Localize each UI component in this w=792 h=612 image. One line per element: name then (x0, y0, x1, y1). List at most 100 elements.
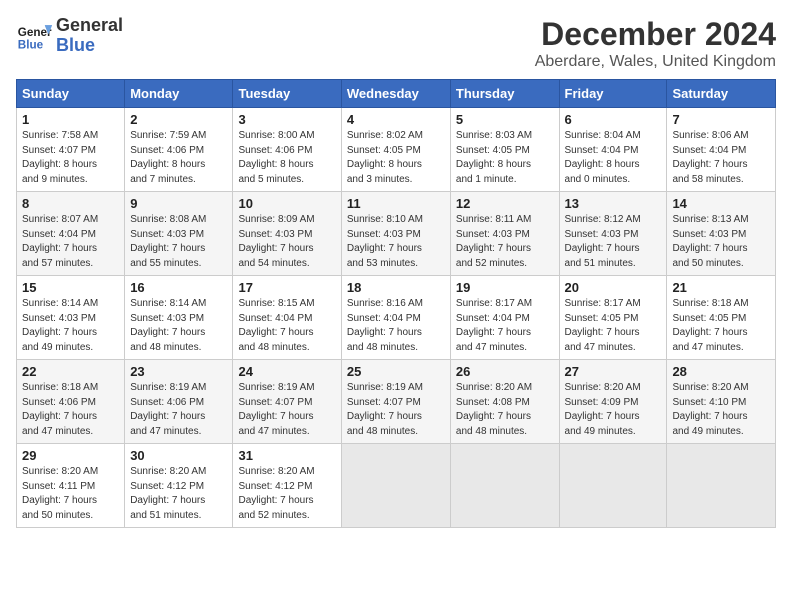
day-info: Sunrise: 8:20 AM Sunset: 4:12 PM Dayligh… (238, 465, 335, 523)
day-info: Sunrise: 8:17 AM Sunset: 4:05 PM Dayligh… (565, 297, 662, 355)
calendar-cell: 25 Sunrise: 8:19 AM Sunset: 4:07 PM Dayli… (341, 360, 450, 444)
calendar-cell: 5 Sunrise: 8:03 AM Sunset: 4:05 PM Daylig… (450, 108, 559, 192)
day-info: Sunrise: 8:04 AM Sunset: 4:04 PM Dayligh… (565, 129, 662, 187)
day-info: Sunrise: 8:07 AM Sunset: 4:04 PM Dayligh… (22, 213, 119, 271)
location-subtitle: Aberdare, Wales, United Kingdom (535, 53, 776, 71)
day-number: 31 (238, 448, 335, 463)
day-number: 25 (347, 364, 445, 379)
day-info: Sunrise: 8:03 AM Sunset: 4:05 PM Dayligh… (456, 129, 554, 187)
calendar-cell: 13 Sunrise: 8:12 AM Sunset: 4:03 PM Dayli… (559, 192, 667, 276)
calendar-cell: 29 Sunrise: 8:20 AM Sunset: 4:11 PM Dayli… (17, 444, 125, 528)
logo-text: General Blue (56, 16, 123, 56)
day-number: 14 (672, 196, 770, 211)
calendar-cell: 6 Sunrise: 8:04 AM Sunset: 4:04 PM Daylig… (559, 108, 667, 192)
page-header: General Blue General Blue December 2024 … (16, 16, 776, 71)
calendar-cell: 18Sunrise: 8:16 AM Sunset: 4:04 PM Dayli… (341, 276, 450, 360)
calendar-cell: 19Sunrise: 8:17 AM Sunset: 4:04 PM Dayli… (450, 276, 559, 360)
day-info: Sunrise: 8:09 AM Sunset: 4:03 PM Dayligh… (238, 213, 335, 271)
calendar-cell: 27 Sunrise: 8:20 AM Sunset: 4:09 PM Dayli… (559, 360, 667, 444)
calendar-cell: 23Sunrise: 8:19 AM Sunset: 4:06 PM Dayli… (125, 360, 233, 444)
day-number: 4 (347, 112, 445, 127)
calendar-cell: 14 Sunrise: 8:13 AM Sunset: 4:03 PM Dayli… (667, 192, 776, 276)
day-number: 12 (456, 196, 554, 211)
svg-text:Blue: Blue (18, 38, 44, 51)
day-number: 29 (22, 448, 119, 463)
month-title: December 2024 (535, 16, 776, 53)
day-info: Sunrise: 8:20 AM Sunset: 4:11 PM Dayligh… (22, 465, 119, 523)
calendar-cell: 2Sunrise: 7:59 AM Sunset: 4:06 PM Daylig… (125, 108, 233, 192)
day-info: Sunrise: 8:20 AM Sunset: 4:10 PM Dayligh… (672, 381, 770, 439)
calendar-cell (450, 444, 559, 528)
day-number: 3 (238, 112, 335, 127)
day-info: Sunrise: 8:20 AM Sunset: 4:09 PM Dayligh… (565, 381, 662, 439)
day-number: 27 (565, 364, 662, 379)
calendar-cell: 15Sunrise: 8:14 AM Sunset: 4:03 PM Dayli… (17, 276, 125, 360)
day-info: Sunrise: 8:00 AM Sunset: 4:06 PM Dayligh… (238, 129, 335, 187)
calendar-cell: 1 Sunrise: 7:58 AM Sunset: 4:07 PM Daylig… (17, 108, 125, 192)
day-info: Sunrise: 8:18 AM Sunset: 4:06 PM Dayligh… (22, 381, 119, 439)
day-number: 1 (22, 112, 119, 127)
calendar-cell: 20 Sunrise: 8:17 AM Sunset: 4:05 PM Dayli… (559, 276, 667, 360)
day-number: 26 (456, 364, 554, 379)
day-info: Sunrise: 8:20 AM Sunset: 4:12 PM Dayligh… (130, 465, 227, 523)
week-row-2: 8Sunrise: 8:07 AM Sunset: 4:04 PM Daylig… (17, 192, 776, 276)
day-number: 23 (130, 364, 227, 379)
day-number: 6 (565, 112, 662, 127)
day-number: 20 (565, 280, 662, 295)
day-info: Sunrise: 8:16 AM Sunset: 4:04 PM Dayligh… (347, 297, 445, 355)
calendar-cell: 31 Sunrise: 8:20 AM Sunset: 4:12 PM Dayli… (233, 444, 341, 528)
logo: General Blue General Blue (16, 16, 123, 56)
weekday-thursday: Thursday (450, 80, 559, 108)
day-info: Sunrise: 8:20 AM Sunset: 4:08 PM Dayligh… (456, 381, 554, 439)
day-number: 10 (238, 196, 335, 211)
day-number: 2 (130, 112, 227, 127)
calendar-cell: 8Sunrise: 8:07 AM Sunset: 4:04 PM Daylig… (17, 192, 125, 276)
week-row-3: 15Sunrise: 8:14 AM Sunset: 4:03 PM Dayli… (17, 276, 776, 360)
weekday-wednesday: Wednesday (341, 80, 450, 108)
day-info: Sunrise: 8:12 AM Sunset: 4:03 PM Dayligh… (565, 213, 662, 271)
day-info: Sunrise: 8:15 AM Sunset: 4:04 PM Dayligh… (238, 297, 335, 355)
day-number: 13 (565, 196, 662, 211)
calendar-cell: 26 Sunrise: 8:20 AM Sunset: 4:08 PM Dayli… (450, 360, 559, 444)
calendar-cell: 7 Sunrise: 8:06 AM Sunset: 4:04 PM Daylig… (667, 108, 776, 192)
calendar-cell: 3 Sunrise: 8:00 AM Sunset: 4:06 PM Daylig… (233, 108, 341, 192)
calendar-cell: 24Sunrise: 8:19 AM Sunset: 4:07 PM Dayli… (233, 360, 341, 444)
day-number: 28 (672, 364, 770, 379)
day-info: Sunrise: 7:58 AM Sunset: 4:07 PM Dayligh… (22, 129, 119, 187)
calendar-cell: 11Sunrise: 8:10 AM Sunset: 4:03 PM Dayli… (341, 192, 450, 276)
day-info: Sunrise: 8:08 AM Sunset: 4:03 PM Dayligh… (130, 213, 227, 271)
day-info: Sunrise: 8:02 AM Sunset: 4:05 PM Dayligh… (347, 129, 445, 187)
calendar-cell: 28 Sunrise: 8:20 AM Sunset: 4:10 PM Dayli… (667, 360, 776, 444)
day-number: 9 (130, 196, 227, 211)
weekday-sunday: Sunday (17, 80, 125, 108)
weekday-saturday: Saturday (667, 80, 776, 108)
day-number: 22 (22, 364, 119, 379)
weekday-tuesday: Tuesday (233, 80, 341, 108)
day-info: Sunrise: 8:14 AM Sunset: 4:03 PM Dayligh… (130, 297, 227, 355)
calendar-table: SundayMondayTuesdayWednesdayThursdayFrid… (16, 79, 776, 528)
calendar-cell: 9 Sunrise: 8:08 AM Sunset: 4:03 PM Daylig… (125, 192, 233, 276)
calendar-cell: 4 Sunrise: 8:02 AM Sunset: 4:05 PM Daylig… (341, 108, 450, 192)
day-info: Sunrise: 8:13 AM Sunset: 4:03 PM Dayligh… (672, 213, 770, 271)
day-number: 19 (456, 280, 554, 295)
weekday-header-row: SundayMondayTuesdayWednesdayThursdayFrid… (17, 80, 776, 108)
calendar-cell (341, 444, 450, 528)
weekday-friday: Friday (559, 80, 667, 108)
calendar-cell: 22 Sunrise: 8:18 AM Sunset: 4:06 PM Dayli… (17, 360, 125, 444)
calendar-cell: 21 Sunrise: 8:18 AM Sunset: 4:05 PM Dayli… (667, 276, 776, 360)
calendar-cell: 12Sunrise: 8:11 AM Sunset: 4:03 PM Dayli… (450, 192, 559, 276)
calendar-cell (667, 444, 776, 528)
day-number: 5 (456, 112, 554, 127)
day-info: Sunrise: 8:14 AM Sunset: 4:03 PM Dayligh… (22, 297, 119, 355)
day-number: 21 (672, 280, 770, 295)
calendar-cell (559, 444, 667, 528)
week-row-4: 22 Sunrise: 8:18 AM Sunset: 4:06 PM Dayli… (17, 360, 776, 444)
day-info: Sunrise: 8:18 AM Sunset: 4:05 PM Dayligh… (672, 297, 770, 355)
day-info: Sunrise: 8:06 AM Sunset: 4:04 PM Dayligh… (672, 129, 770, 187)
day-number: 16 (130, 280, 227, 295)
day-info: Sunrise: 8:19 AM Sunset: 4:07 PM Dayligh… (347, 381, 445, 439)
day-number: 7 (672, 112, 770, 127)
title-block: December 2024 Aberdare, Wales, United Ki… (535, 16, 776, 71)
day-number: 11 (347, 196, 445, 211)
calendar-cell: 16 Sunrise: 8:14 AM Sunset: 4:03 PM Dayli… (125, 276, 233, 360)
